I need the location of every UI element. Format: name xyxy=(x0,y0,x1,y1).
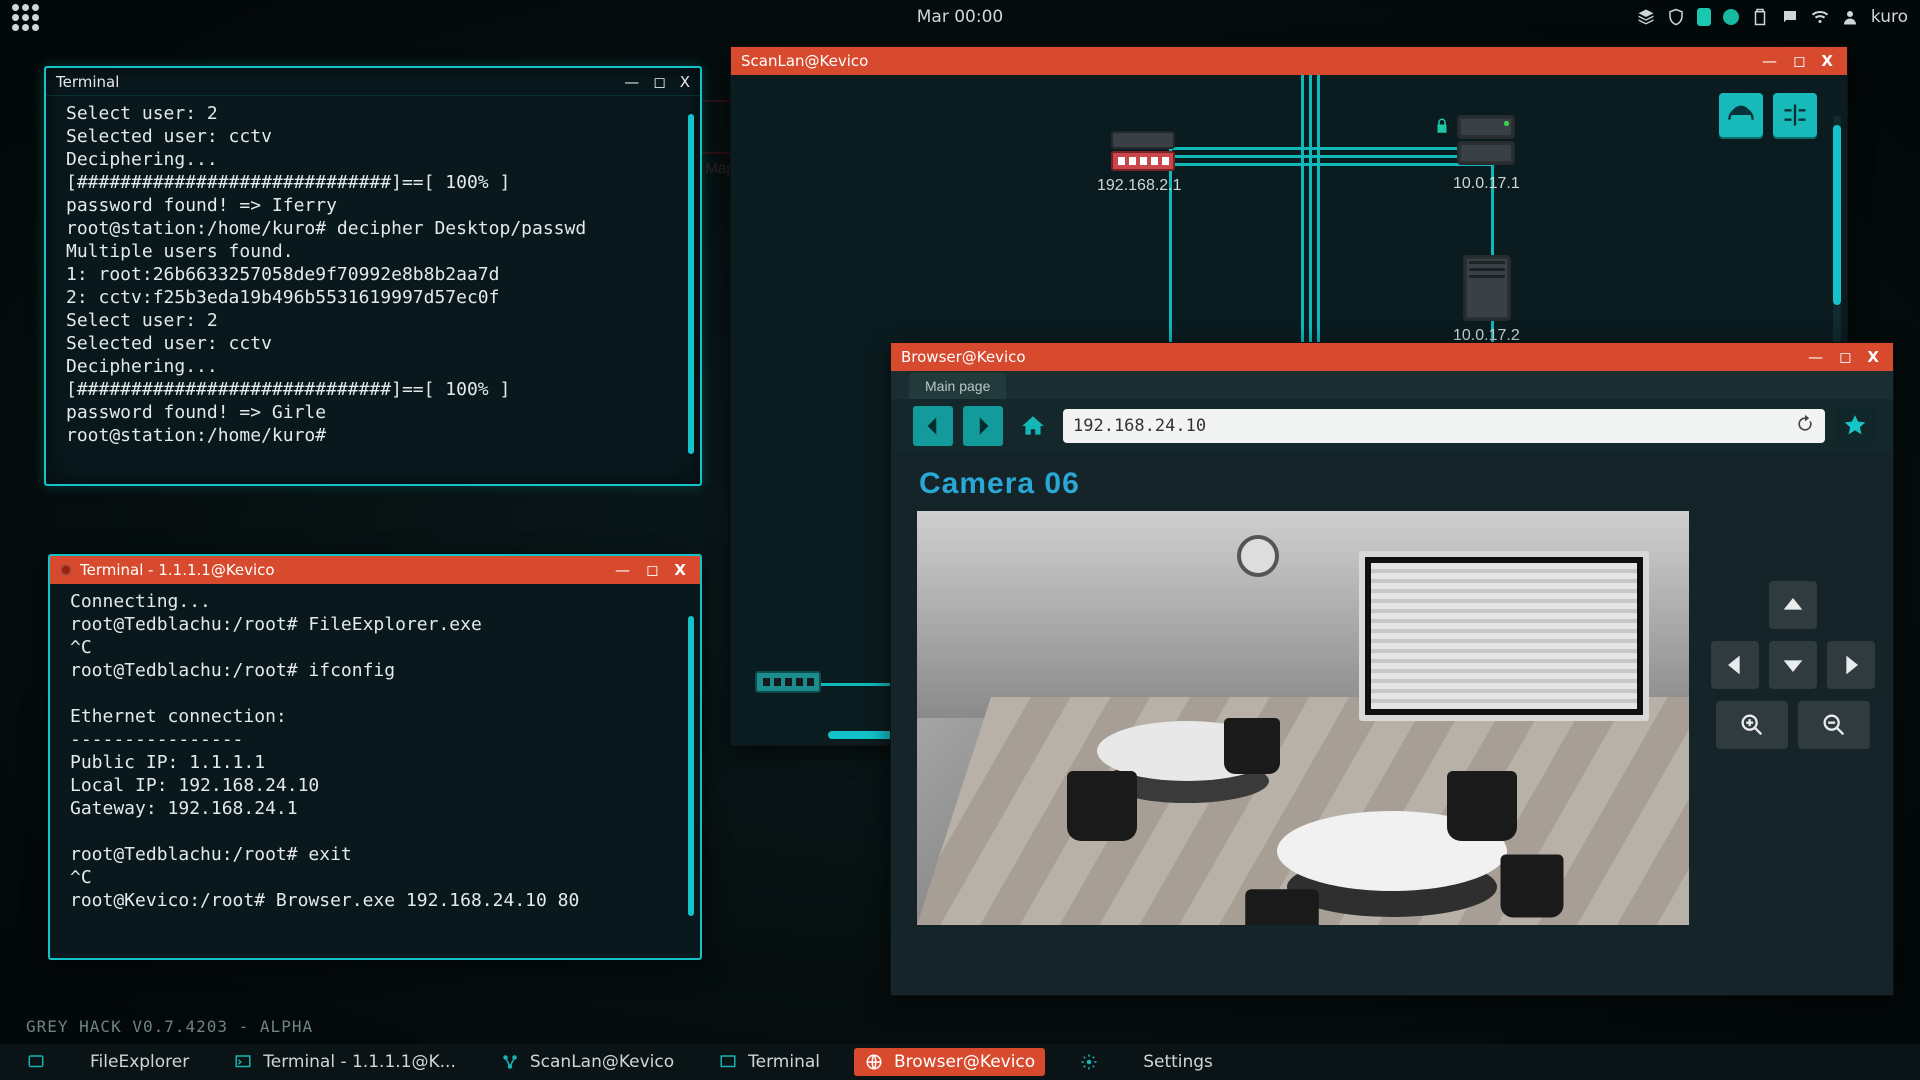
taskbar-label: Terminal - 1.1.1.1@K... xyxy=(263,1052,456,1072)
status-indicator-2 xyxy=(1723,9,1739,25)
close-button[interactable]: X xyxy=(1817,52,1837,70)
taskbar-terminal[interactable]: Terminal xyxy=(708,1048,830,1076)
taskbar-terminal-remote[interactable]: Terminal - 1.1.1.1@K... xyxy=(223,1048,466,1076)
network-icon xyxy=(500,1052,520,1072)
terminal-local-title: Terminal xyxy=(56,73,119,91)
split-tool-button[interactable] xyxy=(1773,93,1817,137)
taskbar-browser[interactable]: Browser@Kevico xyxy=(854,1048,1045,1076)
close-button[interactable]: X xyxy=(670,561,690,579)
router-node[interactable] xyxy=(1111,151,1175,171)
terminal-remote-output[interactable]: Connecting... root@Tedblachu:/root# File… xyxy=(50,584,700,918)
globe-icon xyxy=(864,1052,884,1072)
record-icon xyxy=(60,564,72,576)
minimize-button[interactable]: — xyxy=(611,561,634,579)
terminal-local-window[interactable]: Terminal — ◻ X Select user: 2 Selected u… xyxy=(44,66,702,486)
ptz-down-button[interactable] xyxy=(1769,641,1817,689)
user-label: kuro xyxy=(1871,7,1908,27)
version-label: GREY HACK V0.7.4203 - ALPHA xyxy=(26,1017,313,1036)
browser-title: Browser@Kevico xyxy=(901,348,1026,366)
minimize-button[interactable]: — xyxy=(1758,52,1781,70)
terminal-icon xyxy=(233,1052,253,1072)
layers-icon[interactable] xyxy=(1637,8,1655,26)
maximize-button[interactable]: ◻ xyxy=(653,73,665,91)
taskbar-label: FileExplorer xyxy=(90,1052,189,1072)
lock-icon xyxy=(1433,117,1451,135)
taskbar-label: Browser@Kevico xyxy=(894,1052,1035,1072)
chat-icon[interactable] xyxy=(1781,8,1799,26)
ptz-up-button[interactable] xyxy=(1769,581,1817,629)
taskbar-label: Settings xyxy=(1143,1052,1213,1072)
server-node-2[interactable] xyxy=(1463,255,1511,321)
taskbar-desktop-button[interactable] xyxy=(16,1048,56,1076)
taskbar-settings-gear[interactable] xyxy=(1069,1048,1109,1076)
terminal-icon xyxy=(718,1052,738,1072)
maximize-button[interactable]: ◻ xyxy=(1835,348,1855,366)
address-bar[interactable]: 192.168.24.10 xyxy=(1063,409,1825,443)
close-button[interactable]: X xyxy=(1863,348,1883,366)
scanlan-titlebar[interactable]: ScanLan@Kevico — ◻ X xyxy=(731,47,1847,75)
address-url: 192.168.24.10 xyxy=(1073,416,1206,436)
scrollbar[interactable] xyxy=(688,114,694,454)
back-button[interactable] xyxy=(913,406,953,446)
terminal-remote-window[interactable]: Terminal - 1.1.1.1@Kevico — ◻ X Connecti… xyxy=(48,554,702,960)
shield-icon[interactable] xyxy=(1667,8,1685,26)
wifi-icon[interactable] xyxy=(1811,8,1829,26)
window-icon xyxy=(1359,551,1649,721)
camera-title: Camera 06 xyxy=(891,453,1893,511)
browser-window[interactable]: Browser@Kevico — ◻ X Main page 192.168.2… xyxy=(890,342,1894,996)
terminal-local-titlebar[interactable]: Terminal — ◻ X xyxy=(46,68,700,96)
close-button[interactable]: X xyxy=(680,73,690,91)
server-node-1[interactable] xyxy=(1457,115,1515,165)
browser-tab-main[interactable]: Main page xyxy=(909,373,1006,399)
clock-label: Mar 00:00 xyxy=(917,7,1003,27)
taskbar-settings[interactable]: Settings xyxy=(1133,1048,1223,1076)
terminal-remote-title: Terminal - 1.1.1.1@Kevico xyxy=(80,561,275,579)
taskbar-scanlan[interactable]: ScanLan@Kevico xyxy=(490,1048,684,1076)
scan-tool-button[interactable] xyxy=(1719,93,1763,137)
clock-icon xyxy=(1237,535,1279,577)
favorite-button[interactable] xyxy=(1835,406,1875,446)
scanlan-title: ScanLan@Kevico xyxy=(741,52,868,70)
browser-tabstrip[interactable]: Main page xyxy=(891,371,1893,399)
gear-icon xyxy=(1079,1052,1099,1072)
status-indicator-1 xyxy=(1697,8,1711,26)
server1-ip-label: 10.0.17.1 xyxy=(1453,175,1520,193)
apps-grid-icon[interactable] xyxy=(12,4,39,31)
terminal-remote-titlebar[interactable]: Terminal - 1.1.1.1@Kevico — ◻ X xyxy=(50,556,700,584)
top-bar: Mar 00:00 kuro xyxy=(0,0,1920,34)
zoom-out-button[interactable] xyxy=(1798,701,1870,749)
camera-feed xyxy=(917,511,1689,925)
zoom-in-button[interactable] xyxy=(1716,701,1788,749)
terminal-local-output[interactable]: Select user: 2 Selected user: cctv Decip… xyxy=(46,96,700,453)
user-icon[interactable] xyxy=(1841,8,1859,26)
taskbar: FileExplorer Terminal - 1.1.1.1@K... Sca… xyxy=(0,1044,1920,1080)
forward-button[interactable] xyxy=(963,406,1003,446)
minimize-button[interactable]: — xyxy=(1804,348,1827,366)
ptz-controls xyxy=(1709,511,1877,925)
desktop-icon xyxy=(26,1052,46,1072)
router-ip-label: 192.168.2.1 xyxy=(1097,177,1182,195)
ptz-right-button[interactable] xyxy=(1827,641,1875,689)
reload-icon[interactable] xyxy=(1795,414,1815,439)
switch-node[interactable] xyxy=(755,671,821,693)
taskbar-fileexplorer[interactable]: FileExplorer xyxy=(80,1048,199,1076)
taskbar-label: Terminal xyxy=(748,1052,820,1072)
browser-navbar: 192.168.24.10 xyxy=(891,399,1893,453)
browser-titlebar[interactable]: Browser@Kevico — ◻ X xyxy=(891,343,1893,371)
scrollbar[interactable] xyxy=(688,616,694,916)
maximize-button[interactable]: ◻ xyxy=(642,561,662,579)
clipboard-icon[interactable] xyxy=(1751,8,1769,26)
home-button[interactable] xyxy=(1013,406,1053,446)
minimize-button[interactable]: — xyxy=(624,73,639,91)
ptz-left-button[interactable] xyxy=(1711,641,1759,689)
maximize-button[interactable]: ◻ xyxy=(1789,52,1809,70)
taskbar-label: ScanLan@Kevico xyxy=(530,1052,674,1072)
